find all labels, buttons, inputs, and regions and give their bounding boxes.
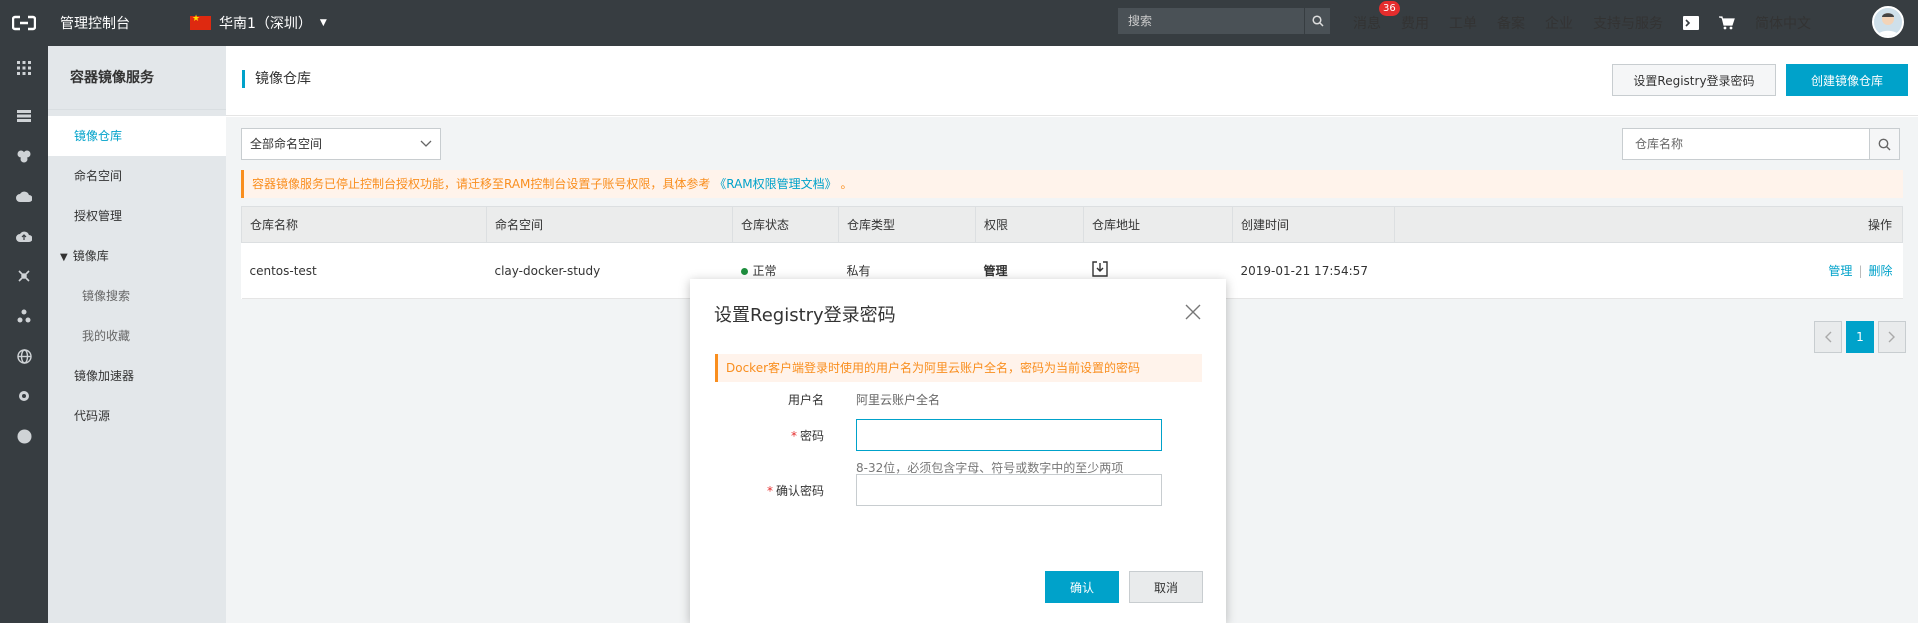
caret-down-icon: ▼ xyxy=(319,18,327,28)
nav-tickets[interactable]: 工单 xyxy=(1449,13,1477,33)
sidebar-item-code-source[interactable]: 代码源 xyxy=(48,396,226,436)
confirm-button[interactable]: 确认 xyxy=(1045,571,1119,603)
close-icon[interactable] xyxy=(1184,303,1202,321)
nodes-icon[interactable] xyxy=(14,306,34,326)
col-header-name: 仓库名称 xyxy=(241,206,487,243)
next-page-button[interactable] xyxy=(1878,321,1906,353)
globe-icon[interactable] xyxy=(14,346,34,366)
region-label: 华南1（深圳） xyxy=(219,16,312,32)
messages-badge: 36 xyxy=(1379,1,1400,16)
sidebar-item-namespaces[interactable]: 命名空间 xyxy=(48,156,226,196)
top-nav: 消息 36 费用 工单 备案 企业 支持与服务 简体中文 xyxy=(1353,0,1831,46)
nav-messages-label: 消息 xyxy=(1353,16,1381,32)
required-mark: * xyxy=(790,429,797,443)
confirm-label-row: * 确认密码 xyxy=(690,482,824,499)
repo-search xyxy=(1622,128,1900,160)
page-title: 镜像仓库 xyxy=(242,70,311,88)
dialog-notice: Docker客户端登录时使用的用户名为阿里云账户全名，密码为当前设置的密码 xyxy=(715,354,1202,382)
nav-filing[interactable]: 备案 xyxy=(1497,13,1525,33)
required-mark: * xyxy=(766,484,773,498)
password-field[interactable] xyxy=(856,419,1162,451)
caret-down-icon: ▼ xyxy=(60,252,68,263)
username-label: 用户名 xyxy=(787,393,824,407)
circle-icon[interactable] xyxy=(14,426,34,446)
col-header-actions: 操作 xyxy=(1394,206,1903,243)
page-header: 镜像仓库 设置Registry登录密码 创建镜像仓库 xyxy=(226,46,1918,116)
sidebar-group-image-library[interactable]: ▼ 镜像库 xyxy=(48,236,226,276)
nav-language[interactable]: 简体中文 xyxy=(1755,13,1811,33)
sidebar-item-repositories[interactable]: 镜像仓库 xyxy=(48,116,226,156)
sidebar-title: 容器镜像服务 xyxy=(48,46,226,110)
cloud-upload-icon[interactable] xyxy=(14,226,34,246)
confirm-password-field[interactable] xyxy=(856,474,1162,506)
nav-messages[interactable]: 消息 36 xyxy=(1353,1,1400,33)
cart-icon[interactable] xyxy=(1719,16,1735,30)
cloud-icon[interactable] xyxy=(14,186,34,206)
password-label-row: * 密码 xyxy=(690,427,824,444)
nav-support[interactable]: 支持与服务 xyxy=(1593,13,1663,33)
username-value: 阿里云账户全名 xyxy=(856,393,941,407)
delete-link[interactable]: 删除 xyxy=(1868,264,1892,278)
cancel-button[interactable]: 取消 xyxy=(1129,571,1203,603)
sidebar-item-authorization[interactable]: 授权管理 xyxy=(48,196,226,236)
ram-doc-link[interactable]: 《RAM权限管理文档》 xyxy=(714,177,836,191)
page-current[interactable]: 1 xyxy=(1846,321,1874,353)
nav-fees[interactable]: 费用 xyxy=(1401,13,1429,33)
global-search xyxy=(1118,8,1330,34)
global-search-input[interactable] xyxy=(1118,8,1304,34)
network-icon[interactable] xyxy=(14,266,34,286)
namespace-select-value: 全部命名空间 xyxy=(250,137,323,151)
repo-name: centos-test xyxy=(241,242,487,299)
prev-page-button[interactable] xyxy=(1814,321,1842,353)
region-selector[interactable]: 华南1（深圳） ▼ xyxy=(190,13,327,33)
repo-search-input[interactable] xyxy=(1622,128,1871,160)
col-header-permission: 权限 xyxy=(975,206,1084,243)
terminal-icon[interactable] xyxy=(1683,16,1699,30)
status-dot xyxy=(740,268,748,275)
download-icon[interactable] xyxy=(1091,261,1108,280)
set-password-dialog: 设置Registry登录密码 Docker客户端登录时使用的用户名为阿里云账户全… xyxy=(690,279,1226,623)
repo-created: 2019-01-21 17:54:57 xyxy=(1232,242,1395,299)
confirm-password-label: 确认密码 xyxy=(775,484,824,498)
namespace-select[interactable]: 全部命名空间 xyxy=(241,128,441,160)
sidebar-group-label: 镜像库 xyxy=(72,249,109,263)
user-avatar[interactable] xyxy=(1872,6,1904,38)
set-registry-password-button[interactable]: 设置Registry登录密码 xyxy=(1612,64,1776,96)
dialog-title: 设置Registry登录密码 xyxy=(714,305,896,326)
china-flag-icon xyxy=(190,14,211,30)
deprecation-notice: 容器镜像服务已停止控制台授权功能，请迁移至RAM控制台设置子账号权限，具体参考 … xyxy=(241,170,1903,198)
aliyun-logo-icon[interactable] xyxy=(0,0,48,46)
col-header-type: 仓库类型 xyxy=(838,206,976,243)
col-header-status: 仓库状态 xyxy=(732,206,839,243)
col-header-address: 仓库地址 xyxy=(1083,206,1233,243)
service-sidebar: 容器镜像服务 镜像仓库 命名空间 授权管理 ▼ 镜像库 镜像搜索 我的收藏 镜像加… xyxy=(48,46,226,623)
sidebar-item-image-search[interactable]: 镜像搜索 xyxy=(48,276,226,316)
gear-icon[interactable] xyxy=(14,386,34,406)
table-header-row: 仓库名称 命名空间 仓库状态 仓库类型 权限 仓库地址 创建时间 操作 xyxy=(241,206,1903,243)
notice-text: 容器镜像服务已停止控制台授权功能，请迁移至RAM控制台设置子账号权限，具体参考 xyxy=(252,177,711,191)
notice-end: 。 xyxy=(840,177,853,191)
repo-actions: 管理 | 删除 xyxy=(1394,242,1903,299)
password-label: 密码 xyxy=(799,429,824,443)
sidebar-item-favorites[interactable]: 我的收藏 xyxy=(48,316,226,356)
server-icon[interactable] xyxy=(14,106,34,126)
nav-enterprise[interactable]: 企业 xyxy=(1545,13,1573,33)
repo-status-text: 正常 xyxy=(752,264,777,278)
pagination: 1 xyxy=(1810,321,1906,353)
search-icon[interactable] xyxy=(1870,128,1900,160)
console-title[interactable]: 管理控制台 xyxy=(60,13,160,33)
product-rail xyxy=(0,46,48,623)
grid-icon[interactable] xyxy=(14,58,34,78)
create-repository-button[interactable]: 创建镜像仓库 xyxy=(1786,64,1908,96)
col-header-namespace: 命名空间 xyxy=(486,206,733,243)
action-separator: | xyxy=(1858,264,1863,278)
sidebar-item-accelerator[interactable]: 镜像加速器 xyxy=(48,356,226,396)
search-icon[interactable] xyxy=(1304,8,1330,34)
chevron-down-icon xyxy=(420,129,432,170)
col-header-created: 创建时间 xyxy=(1232,206,1395,243)
manage-link[interactable]: 管理 xyxy=(1828,264,1852,278)
database-icon[interactable] xyxy=(14,146,34,166)
